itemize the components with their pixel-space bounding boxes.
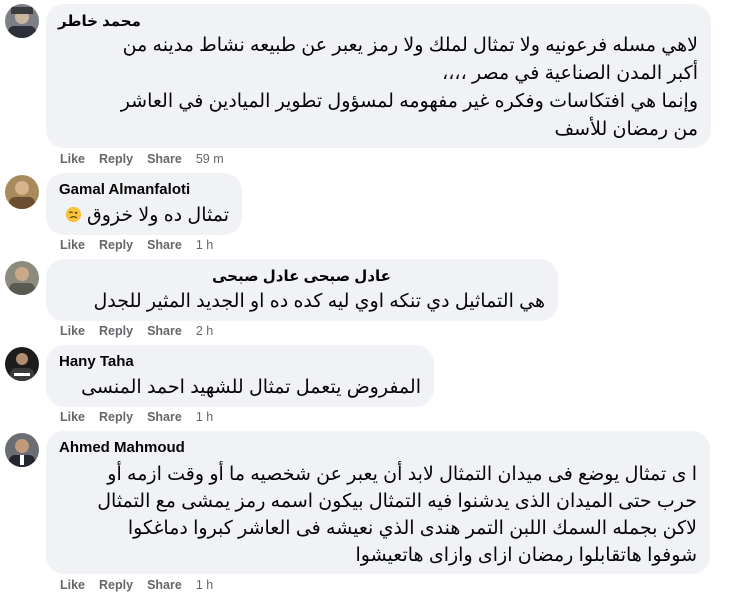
comment-timestamp[interactable]: 2 h (196, 324, 213, 338)
reply-button[interactable]: Reply (99, 152, 133, 166)
comment-author[interactable]: Gamal Almanfaloti (59, 181, 190, 198)
comment-author[interactable]: عادل صبحى عادل صبحى (212, 267, 391, 285)
like-button[interactable]: Like (60, 238, 85, 252)
comment-bubble: Hany Taha المفروض يتعمل تمثال للشهيد احم… (46, 345, 434, 407)
comment-timestamp[interactable]: 1 h (196, 578, 213, 592)
share-button[interactable]: Share (147, 578, 182, 592)
comment-timestamp[interactable]: 1 h (196, 238, 213, 252)
like-button[interactable]: Like (60, 410, 85, 424)
comment-line: لاكن بجمله السمك اللبن التمر هندى الذي ن… (127, 518, 697, 539)
comment-line: وإنما هي افتكاسات وفكره غير مفهومه لمسؤو… (120, 91, 698, 112)
avatar[interactable] (5, 175, 39, 209)
comment-line: ا ى تمثال يوضع فى ميدان التمثال لابد أن … (107, 464, 697, 485)
reply-button[interactable]: Reply (99, 324, 133, 338)
comment-line: من رمضان للأسف (554, 119, 698, 140)
comment-text: المفروض يتعمل تمثال للشهيد احمد المنسى (81, 375, 421, 401)
comment-line: شوفوا هاتقابلوا رمضان ازاى وازاى هاتعيشو… (355, 545, 697, 566)
avatar[interactable] (5, 4, 39, 38)
comment-author[interactable]: Ahmed Mahmoud (59, 439, 185, 456)
comment-actions: Like Reply Share 1 h (60, 410, 213, 426)
comment-bubble: Gamal Almanfaloti تمثال ده ولا خزوق (46, 173, 242, 235)
comment-bubble: Ahmed Mahmoud ا ى تمثال يوضع فى ميدان ال… (46, 431, 710, 574)
avatar[interactable] (5, 347, 39, 381)
share-button[interactable]: Share (147, 324, 182, 338)
comment-actions: Like Reply Share 59 m (60, 152, 224, 168)
comment-text: هي التماثيل دي تنكه اوي ليه كده ده او ال… (93, 289, 545, 315)
share-button[interactable]: Share (147, 238, 182, 252)
like-button[interactable]: Like (60, 578, 85, 592)
comment-timestamp[interactable]: 59 m (196, 152, 224, 166)
reply-button[interactable]: Reply (99, 410, 133, 424)
avatar[interactable] (5, 433, 39, 467)
reply-button[interactable]: Reply (99, 238, 133, 252)
like-button[interactable]: Like (60, 324, 85, 338)
comment-actions: Like Reply Share 1 h (60, 578, 213, 594)
comment-actions: Like Reply Share 1 h (60, 238, 213, 254)
comment-line: هي التماثيل دي تنكه اوي ليه كده ده او ال… (93, 291, 545, 312)
comment-text: تمثال ده ولا خزوق (65, 203, 229, 229)
share-button[interactable]: Share (147, 152, 182, 166)
avatar[interactable] (5, 261, 39, 295)
share-button[interactable]: Share (147, 410, 182, 424)
comment-text: ا ى تمثال يوضع فى ميدان التمثال لابد أن … (97, 461, 697, 569)
comment-author[interactable]: Hany Taha (59, 353, 134, 370)
comment-author[interactable]: محمد خاطر (58, 12, 141, 30)
comment-line: لاهي مسله فرعونيه ولا تمثال لملك ولا رمز… (122, 35, 698, 56)
comment-actions: Like Reply Share 2 h (60, 324, 213, 340)
comment-bubble: محمد خاطر لاهي مسله فرعونيه ولا تمثال لم… (46, 4, 711, 148)
comment-line: حرب حتى الميدان الذى يدشنوا فيه التمثال … (97, 491, 697, 512)
comment-text: لاهي مسله فرعونيه ولا تمثال لملك ولا رمز… (121, 32, 698, 144)
reply-button[interactable]: Reply (99, 578, 133, 592)
comment-line: المفروض يتعمل تمثال للشهيد احمد المنسى (81, 377, 421, 398)
comment-bubble: عادل صبحى عادل صبحى هي التماثيل دي تنكه … (46, 259, 558, 321)
comment-line: تمثال ده ولا خزوق (86, 205, 229, 226)
comment-line: أكبر المدن الصناعية في مصر ،،،، (442, 63, 698, 84)
comment-timestamp[interactable]: 1 h (196, 410, 213, 424)
woozy-face-icon (65, 206, 81, 223)
like-button[interactable]: Like (60, 152, 85, 166)
